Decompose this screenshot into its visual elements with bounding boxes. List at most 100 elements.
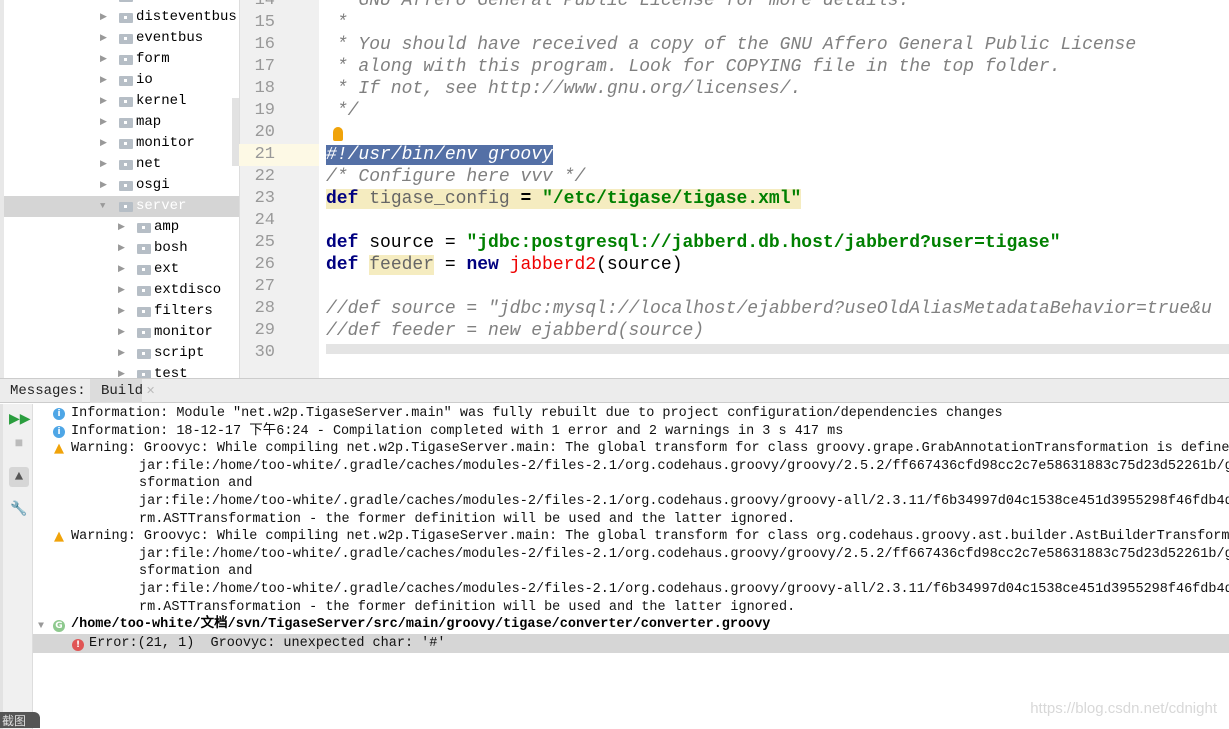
chevron-right-icon[interactable]: ▶ [100, 133, 107, 154]
message-line[interactable]: jar:file:/home/too-white/.gradle/caches/… [139, 458, 1229, 476]
messages-panel: Messages: Build ✕ ▶▶ ■ ▲ 🔧 Information: M… [0, 378, 1229, 729]
tree-item[interactable]: ▶ eventbus [4, 28, 239, 49]
chevron-right-icon[interactable]: ▶ [100, 28, 107, 49]
tree-item[interactable]: ▶ monitor [4, 133, 239, 154]
unresolved-class: jabberd2 [509, 255, 597, 275]
chevron-right-icon[interactable]: ▶ [118, 322, 125, 343]
folder-icon [137, 307, 151, 317]
tree-item[interactable]: ▶ disteventbus.c [4, 7, 239, 28]
message-line[interactable]: Information: 18-12-17 下午6:24 - Compilati… [71, 423, 843, 441]
code-line-21: #!/usr/bin/env groovy [326, 144, 553, 166]
message-line[interactable]: Information: Module "net.w2p.TigaseServe… [71, 405, 1003, 423]
tab-build[interactable]: Build ✕ [90, 379, 155, 403]
tree-item[interactable]: ▶ io [4, 70, 239, 91]
line-number: 15 [254, 13, 275, 32]
keyword-def: def [326, 233, 359, 253]
warning-icon: ▲ [54, 441, 64, 457]
line-number: 22 [254, 167, 275, 186]
tree-item[interactable]: ▶ monitor [4, 322, 239, 343]
code-line-14: * GNU Affero General Public License for … [326, 0, 910, 11]
tree-item[interactable]: ▶ amp [4, 217, 239, 238]
stop-icon[interactable]: ■ [9, 434, 29, 454]
chevron-right-icon[interactable]: ▶ [100, 49, 107, 70]
folder-icon [137, 349, 151, 359]
screenshot-button[interactable]: 截图 [0, 712, 40, 728]
warning-filter-icon[interactable]: ▲ [9, 467, 29, 487]
code-line-16: * You should have received a copy of the… [326, 35, 1137, 55]
tree-item[interactable]: ▶ map [4, 112, 239, 133]
close-icon[interactable]: ✕ [146, 386, 155, 398]
tree-item-label: bosh [154, 240, 188, 256]
tree-item[interactable]: ▼ server [4, 196, 239, 217]
message-line[interactable]: jar:file:/home/too-white/.gradle/caches/… [139, 546, 1229, 564]
message-line[interactable]: jar:file:/home/too-white/.gradle/caches/… [139, 581, 1229, 599]
tree-item[interactable]: ▶ extdisco [4, 280, 239, 301]
tree-item[interactable]: ▶ kernel [4, 91, 239, 112]
chevron-right-icon[interactable]: ▶ [118, 217, 125, 238]
chevron-right-icon[interactable]: ▶ [118, 280, 125, 301]
lightbulb-icon[interactable] [333, 127, 343, 141]
collapse-arrow-icon[interactable]: ▼ [38, 621, 44, 632]
tree-item[interactable]: ▶ direct [4, 0, 239, 7]
editor-horizontal-scrollbar[interactable] [326, 344, 1229, 354]
chevron-right-icon[interactable]: ▶ [100, 112, 107, 133]
line-number: 16 [254, 35, 275, 54]
wrench-icon[interactable]: 🔧 [9, 500, 29, 520]
tree-item-label: ext [154, 261, 180, 277]
tree-item-label: filters [154, 303, 213, 319]
line-number: 20 [254, 123, 275, 142]
tree-item[interactable]: ▶ osgi [4, 175, 239, 196]
chevron-right-icon[interactable]: ▶ [100, 70, 107, 91]
operator: = [434, 255, 467, 275]
folder-icon [137, 370, 151, 378]
code-line-29: //def feeder = new ejabberd(source) [326, 321, 705, 341]
message-line[interactable]: Warning: Groovyc: While compiling net.w2… [71, 528, 1229, 546]
line-number: 24 [254, 211, 275, 230]
line-number: 27 [254, 277, 275, 296]
tree-item-label: extdisco [154, 282, 222, 298]
chevron-right-icon[interactable]: ▶ [118, 238, 125, 259]
tree-item-label: osgi [136, 177, 170, 193]
tree-item[interactable]: ▶ script [4, 343, 239, 364]
rerun-icon[interactable]: ▶▶ [9, 410, 31, 430]
tree-item-label: script [154, 345, 205, 361]
message-line[interactable]: sformation and [139, 563, 252, 581]
folder-icon [137, 223, 151, 233]
chevron-down-icon[interactable]: ▼ [100, 196, 105, 217]
project-tree[interactable]: ▶direct▶disteventbus.c▶eventbus▶form▶io▶… [0, 0, 239, 378]
chevron-right-icon[interactable]: ▶ [100, 91, 107, 112]
code-line-28: //def source = "jdbc:mysql://localhost/e… [326, 299, 1212, 319]
chevron-right-icon[interactable]: ▶ [118, 259, 125, 280]
tree-item[interactable]: ▶ ext [4, 259, 239, 280]
string-literal: "/etc/tigase/tigase.xml" [542, 189, 802, 209]
variable-tigase-config: tigase_config [369, 189, 510, 209]
message-line[interactable]: jar:file:/home/too-white/.gradle/caches/… [139, 493, 1229, 511]
tree-item-label: test [154, 366, 188, 378]
chevron-right-icon[interactable]: ▶ [100, 0, 107, 7]
message-line[interactable]: sformation and [139, 475, 252, 493]
chevron-right-icon[interactable]: ▶ [100, 154, 107, 175]
folder-icon [137, 286, 151, 296]
chevron-right-icon[interactable]: ▶ [118, 343, 125, 364]
tree-item[interactable]: ▶ net [4, 154, 239, 175]
code-line-26: def feeder = new jabberd2(source) [326, 254, 683, 276]
line-number: 23 [254, 189, 275, 208]
error-file-path[interactable]: /home/too-white/文档/svn/TigaseServer/src/… [71, 616, 770, 634]
tree-item[interactable]: ▶ bosh [4, 238, 239, 259]
tree-item[interactable]: ▶ test [4, 364, 239, 378]
chevron-right-icon[interactable]: ▶ [100, 175, 107, 196]
chevron-right-icon[interactable]: ▶ [118, 301, 125, 322]
message-line[interactable]: rm.ASTTransformation - the former defini… [139, 511, 795, 529]
message-line[interactable]: rm.ASTTransformation - the former defini… [139, 599, 795, 617]
tree-item[interactable]: ▶ filters [4, 301, 239, 322]
tree-item-label: amp [154, 219, 180, 235]
info-icon: i [53, 425, 65, 438]
error-message[interactable]: Error:(21, 1) Groovyc: unexpected char: … [89, 635, 445, 653]
folder-icon [119, 160, 133, 170]
tree-item[interactable]: ▶ form [4, 49, 239, 70]
code-line-22: /* Configure here vvv */ [326, 167, 586, 187]
chevron-right-icon[interactable]: ▶ [100, 7, 107, 28]
message-line[interactable]: Warning: Groovyc: While compiling net.w2… [71, 440, 1229, 458]
chevron-right-icon[interactable]: ▶ [118, 364, 125, 378]
folder-icon [137, 328, 151, 338]
